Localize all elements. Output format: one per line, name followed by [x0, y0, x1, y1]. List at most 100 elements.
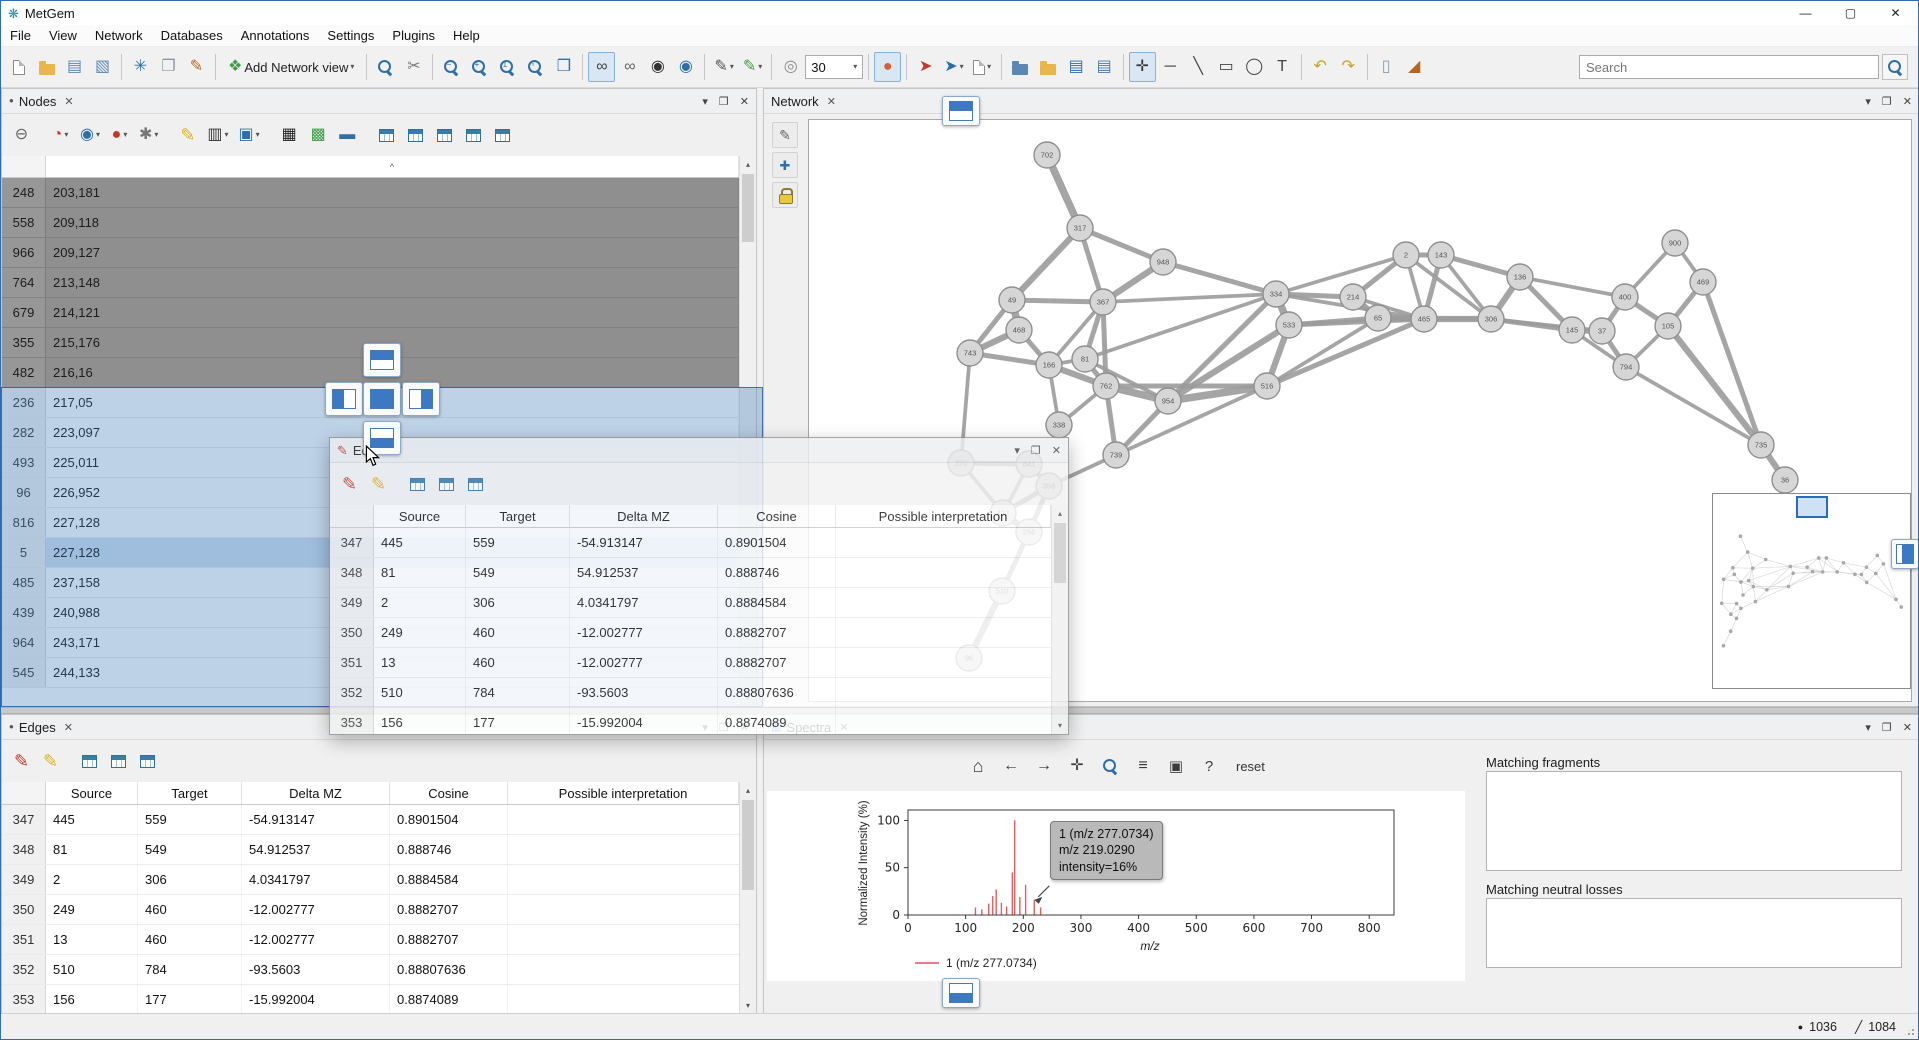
edges-table-row[interactable]: 353156177-15.9920040.8874089 [2, 985, 739, 1014]
column-settings-button[interactable]: ✱▾ [135, 120, 162, 150]
maximize-button[interactable]: ▢ [1828, 1, 1873, 25]
highlight-edge-button[interactable]: ✎ [37, 746, 64, 776]
hide-items-button[interactable]: ◉ [644, 52, 671, 82]
network-node[interactable]: 65 [1365, 305, 1391, 331]
import-metadata-button[interactable] [1007, 52, 1034, 82]
network-node[interactable]: 465 [1411, 306, 1437, 332]
dock-guide-left[interactable] [325, 382, 363, 416]
network-node[interactable]: 214 [1340, 284, 1366, 310]
column-header-source[interactable]: Source [46, 782, 138, 804]
scroll-up-button[interactable]: ▴ [740, 782, 756, 799]
dock-guide-top[interactable] [363, 343, 401, 377]
edges-tab-close-icon[interactable]: ✕ [64, 721, 73, 734]
network-node[interactable]: 900 [1662, 230, 1688, 256]
nodes-table-row[interactable]: 679214,121 [2, 298, 739, 328]
network-minimap[interactable] [1712, 493, 1911, 689]
floating-edges-menu-button[interactable]: ▾ [1014, 444, 1020, 457]
floating-edges-scrollbar[interactable]: ▴ ▾ [1051, 505, 1068, 734]
add-network-view-button[interactable]: ❖Add Network view▾ [221, 52, 361, 82]
color-nodes-button[interactable]: ● [874, 52, 901, 82]
spectrum-figure[interactable]: 0100200300400500600700800050100 Normaliz… [767, 791, 1465, 981]
menu-item-annotations[interactable]: Annotations [232, 25, 319, 47]
line-tool-button[interactable]: ─ [1157, 52, 1184, 82]
freeze-columns-button[interactable] [76, 746, 103, 776]
edges-table-row[interactable]: 34923064.03417970.8884584 [330, 588, 1051, 618]
color-picker-button-dropdown-icon[interactable]: ▾ [758, 63, 762, 71]
export-data-button[interactable]: ▾ [969, 52, 996, 82]
search-button[interactable] [1882, 54, 1908, 80]
edges-table-row[interactable]: 350249460-12.0027770.8882707 [2, 895, 739, 925]
node-scale-combo[interactable]: 30▾ [805, 55, 863, 79]
add-network-view-button-dropdown-icon[interactable]: ▾ [350, 63, 354, 71]
network-node[interactable]: 516 [1254, 373, 1280, 399]
chart-column-button[interactable]: ▥▾ [203, 120, 232, 150]
network-node[interactable]: 469 [1690, 269, 1716, 295]
collapse-button[interactable]: ▬ [334, 120, 361, 150]
floating-edges-float-button[interactable]: ❐ [1031, 444, 1041, 457]
scroll-up-button[interactable]: ▴ [740, 156, 756, 173]
floating-edges-window[interactable]: ✎ Edges ▾ ❐ ✕ ✎✎ SourceTargetDelta MZCos… [329, 437, 1069, 735]
rectangle-tool-button[interactable]: ▭ [1213, 52, 1240, 82]
minimize-button[interactable]: — [1783, 1, 1828, 25]
export-table-button[interactable] [433, 469, 460, 499]
scroll-thumb[interactable] [742, 174, 754, 242]
dart-tool-button-dropdown-icon[interactable]: ▾ [960, 63, 964, 71]
network-edit-button[interactable]: ✎ [772, 122, 798, 148]
curation-tools-button[interactable]: ✂ [400, 52, 427, 82]
column-header-source[interactable]: Source [374, 505, 466, 527]
nodes-tab-close-icon[interactable]: ✕ [64, 95, 73, 108]
forward-button[interactable]: → [1030, 752, 1058, 780]
edges-table-row[interactable]: 350249460-12.0027770.8882707 [330, 618, 1051, 648]
dock-guide-center[interactable] [363, 382, 401, 416]
column-header-delta-mz[interactable]: Delta MZ [570, 505, 718, 527]
spectra-dock-float-button[interactable]: ❐ [1882, 721, 1892, 734]
view-databases-button[interactable]: ▤ [1063, 52, 1090, 82]
edges-table-scrollbar[interactable]: ▴ ▾ [739, 782, 756, 1014]
display-settings-button[interactable]: ▣▾ [235, 120, 264, 150]
network-node[interactable]: 105 [1655, 313, 1681, 339]
edges-table-row[interactable]: 352510784-93.56030.88807636 [330, 678, 1051, 708]
display-settings-button-dropdown-icon[interactable]: ▾ [256, 131, 260, 139]
scroll-thumb[interactable] [1054, 523, 1066, 583]
reset-button[interactable]: reset [1228, 755, 1273, 778]
column-header-delta-mz[interactable]: Delta MZ [242, 782, 390, 804]
view-spectra-library-button[interactable]: ▤ [1091, 52, 1118, 82]
search-input[interactable] [1579, 55, 1879, 79]
network-lock-button[interactable] [772, 182, 798, 208]
column-header-possible-interpretation[interactable]: Possible interpretation [508, 782, 739, 804]
menu-item-view[interactable]: View [40, 25, 86, 47]
screenshot-button[interactable] [372, 52, 399, 82]
highlight-column-button[interactable]: ✎ [174, 120, 201, 150]
floating-edges-title[interactable]: ✎ Edges ▾ ❐ ✕ [330, 438, 1068, 463]
color-mapping-button-dropdown-icon[interactable]: ▾ [123, 131, 127, 139]
export-table-button[interactable] [431, 120, 458, 150]
refresh-table-button[interactable] [134, 746, 161, 776]
move-tool-button[interactable]: ✛ [1129, 52, 1156, 82]
back-button[interactable]: ← [997, 752, 1025, 780]
new-project-button[interactable] [5, 52, 32, 82]
network-pin-button[interactable]: ✚ [772, 152, 798, 178]
open-project-button[interactable] [33, 52, 60, 82]
dock-edge-indicator-right[interactable] [1891, 539, 1919, 569]
compute-scores-button[interactable]: ✳ [127, 52, 154, 82]
zoom-reset-button[interactable]: 1 [494, 52, 521, 82]
network-node[interactable]: 794 [1613, 354, 1639, 380]
column-header-target[interactable]: Target [138, 782, 242, 804]
refresh-table-button[interactable] [462, 469, 489, 499]
zoom-in-button[interactable]: + [466, 52, 493, 82]
link-views-button[interactable]: ∞ [616, 52, 643, 82]
edges-table-row[interactable]: 353156177-15.9920040.8874089 [330, 708, 1051, 734]
node-scale-combo-dropdown-icon[interactable]: ▾ [853, 63, 857, 71]
size-mapping-button-dropdown-icon[interactable]: ▾ [96, 131, 100, 139]
floating-edges-close-button[interactable]: ✕ [1052, 444, 1061, 457]
network-node[interactable]: 400 [1612, 284, 1638, 310]
scroll-down-button[interactable]: ▾ [1052, 717, 1068, 734]
chart-column-button-dropdown-icon[interactable]: ▾ [225, 131, 229, 139]
freeze-columns-button[interactable] [373, 120, 400, 150]
edges-table-row[interactable]: 3488154954.9125370.888746 [2, 835, 739, 865]
nodes-dock-float-button[interactable]: ❐ [719, 95, 729, 108]
pie-colors-button-dropdown-icon[interactable]: ▾ [64, 131, 68, 139]
zoom-out-button[interactable]: − [438, 52, 465, 82]
scroll-down-button[interactable]: ▾ [740, 997, 756, 1014]
network-node[interactable]: 81 [1072, 346, 1098, 372]
